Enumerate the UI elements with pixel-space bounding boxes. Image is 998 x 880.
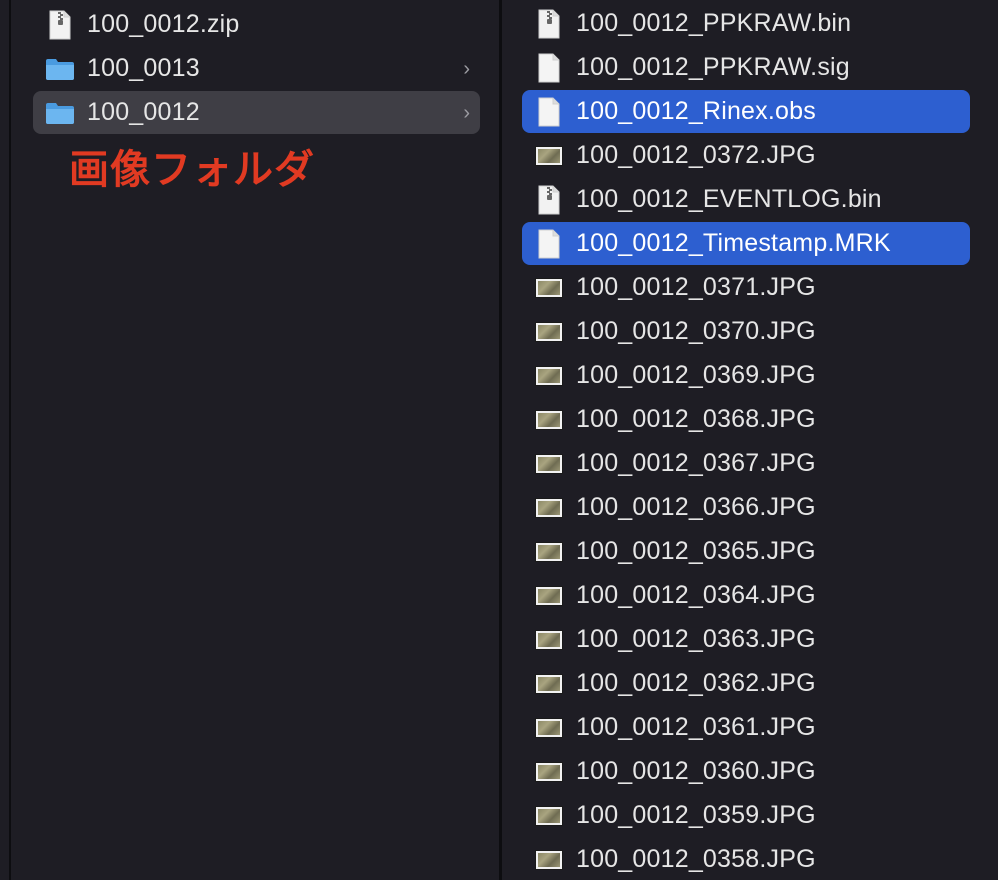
file-name: 100_0012_0364.JPG <box>576 581 816 609</box>
image-thumbnail-icon <box>534 713 564 743</box>
file-row[interactable]: 100_0012_PPKRAW.bin <box>522 2 970 45</box>
finder-column-view: 100_0012.zip 100_0013 › 100_0012 › 画像フォル… <box>0 0 998 880</box>
file-name: 100_0012_0363.JPG <box>576 625 816 653</box>
file-name: 100_0012_Rinex.obs <box>576 97 816 125</box>
folder-icon <box>45 54 75 84</box>
image-thumbnail-icon <box>534 845 564 875</box>
folder-row[interactable]: 100_0013 › <box>33 47 480 90</box>
file-name: 100_0012_0360.JPG <box>576 757 816 785</box>
file-name: 100_0012_Timestamp.MRK <box>576 229 891 257</box>
file-name: 100_0012_0371.JPG <box>576 273 816 301</box>
file-name: 100_0012_0359.JPG <box>576 801 816 829</box>
folder-row-selected[interactable]: 100_0012 › <box>33 91 480 134</box>
file-row[interactable]: 100_0012_0366.JPG <box>522 486 970 529</box>
file-row-selected[interactable]: 100_0012_Rinex.obs <box>522 90 970 133</box>
file-row[interactable]: 100_0012_0367.JPG <box>522 442 970 485</box>
file-row[interactable]: 100_0012_0370.JPG <box>522 310 970 353</box>
zip-file-icon <box>534 185 564 215</box>
file-row[interactable]: 100_0012_0371.JPG <box>522 266 970 309</box>
chevron-right-icon: › <box>463 57 470 80</box>
image-thumbnail-icon <box>534 801 564 831</box>
folder-name: 100_0013 <box>87 54 200 82</box>
image-thumbnail-icon <box>534 537 564 567</box>
document-icon <box>534 53 564 83</box>
folder-icon <box>45 98 75 128</box>
file-name: 100_0012_0372.JPG <box>576 141 816 169</box>
file-name: 100_0012_0362.JPG <box>576 669 816 697</box>
file-row-zip[interactable]: 100_0012.zip <box>33 3 480 46</box>
document-icon <box>534 229 564 259</box>
file-row[interactable]: 100_0012_0364.JPG <box>522 574 970 617</box>
image-thumbnail-icon <box>534 757 564 787</box>
file-name: 100_0012_PPKRAW.sig <box>576 53 850 81</box>
image-thumbnail-icon <box>534 405 564 435</box>
folder-contents-column[interactable]: 100_0012_PPKRAW.bin 100_0012_PPKRAW.sig 10… <box>502 0 998 880</box>
document-icon <box>534 97 564 127</box>
image-thumbnail-icon <box>534 625 564 655</box>
file-row-selected[interactable]: 100_0012_Timestamp.MRK <box>522 222 970 265</box>
file-row[interactable]: 100_0012_0368.JPG <box>522 398 970 441</box>
image-thumbnail-icon <box>534 449 564 479</box>
image-thumbnail-icon <box>534 581 564 611</box>
file-row[interactable]: 100_0012_0365.JPG <box>522 530 970 573</box>
file-name: 100_0012_0369.JPG <box>576 361 816 389</box>
image-thumbnail-icon <box>534 317 564 347</box>
file-row[interactable]: 100_0012_0361.JPG <box>522 706 970 749</box>
file-name: 100_0012.zip <box>87 10 240 38</box>
file-row[interactable]: 100_0012_0372.JPG <box>522 134 970 177</box>
image-thumbnail-icon <box>534 273 564 303</box>
file-row[interactable]: 100_0012_0358.JPG <box>522 838 970 880</box>
image-thumbnail-icon <box>534 361 564 391</box>
file-name: 100_0012_0366.JPG <box>576 493 816 521</box>
folder-name: 100_0012 <box>87 98 200 126</box>
image-thumbnail-icon <box>534 493 564 523</box>
file-row[interactable]: 100_0012_EVENTLOG.bin <box>522 178 970 221</box>
file-row[interactable]: 100_0012_0363.JPG <box>522 618 970 661</box>
file-row[interactable]: 100_0012_PPKRAW.sig <box>522 46 970 89</box>
file-name: 100_0012_0358.JPG <box>576 845 816 873</box>
chevron-right-icon: › <box>463 101 470 124</box>
image-thumbnail-icon <box>534 669 564 699</box>
file-name: 100_0012_0365.JPG <box>576 537 816 565</box>
file-row[interactable]: 100_0012_0360.JPG <box>522 750 970 793</box>
image-thumbnail-icon <box>534 141 564 171</box>
parent-folder-column[interactable]: 100_0012.zip 100_0013 › 100_0012 › 画像フォル… <box>11 0 499 880</box>
file-name: 100_0012_0370.JPG <box>576 317 816 345</box>
zip-file-icon <box>534 9 564 39</box>
file-row[interactable]: 100_0012_0362.JPG <box>522 662 970 705</box>
file-name: 100_0012_0361.JPG <box>576 713 816 741</box>
file-name: 100_0012_EVENTLOG.bin <box>576 185 882 213</box>
file-name: 100_0012_PPKRAW.bin <box>576 9 852 37</box>
zip-file-icon <box>45 10 75 40</box>
file-row[interactable]: 100_0012_0359.JPG <box>522 794 970 837</box>
file-name: 100_0012_0368.JPG <box>576 405 816 433</box>
annotation-label: 画像フォルダ <box>69 147 315 193</box>
file-name: 100_0012_0367.JPG <box>576 449 816 477</box>
file-row[interactable]: 100_0012_0369.JPG <box>522 354 970 397</box>
